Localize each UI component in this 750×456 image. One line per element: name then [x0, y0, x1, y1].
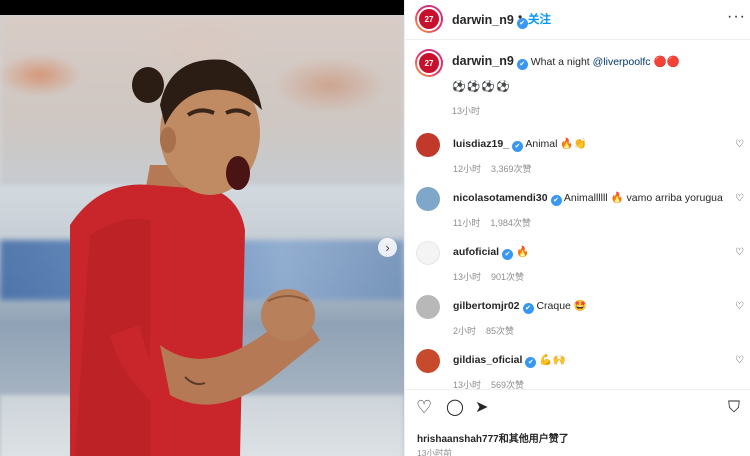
comment-item: luisdiaz19_ ✔ Animal 🔥👏 12小时 3,369次赞 ♡ — [405, 133, 750, 187]
post-sidebar: 27 darwin_n9 ✔ • 关注 ··· 27 darwin_n9 ✔ Wha… — [404, 0, 750, 456]
post-media: › — [0, 0, 404, 456]
commenter-username[interactable]: gilbertomjr02 — [453, 300, 520, 312]
share-icon[interactable]: ➤ — [475, 400, 488, 416]
player-figure — [70, 59, 320, 456]
comment-text: Animal 🔥👏 — [525, 138, 587, 150]
caption-author-avatar[interactable]: 27 — [415, 49, 443, 77]
comment-likes[interactable]: 3,369次赞 — [491, 164, 532, 174]
comment-text: 🔥 — [516, 246, 530, 258]
heart-icon[interactable]: ♡ — [735, 193, 744, 204]
heart-icon[interactable]: ♡ — [735, 247, 744, 258]
comment-line: nicolasotamendi30 ✔ Animallllll 🔥 vamo ar… — [453, 191, 723, 206]
comment-text: Animallllll 🔥 vamo arriba yorugua — [563, 192, 723, 204]
avatar-number: 27 — [417, 7, 441, 31]
caption-text: darwin_n9 ✔ What a night @liverpoolfc 🔴🔴 — [452, 54, 680, 70]
caption-verified-badge-icon: ✔ — [516, 58, 528, 70]
commenter-avatar[interactable] — [416, 349, 440, 373]
header-user: darwin_n9 ✔ — [452, 11, 528, 29]
next-image-button[interactable]: › — [378, 238, 397, 257]
comment-time: 2小时 — [453, 326, 477, 336]
caption-avatar-number: 27 — [417, 51, 441, 75]
author-username[interactable]: darwin_n9 — [452, 13, 514, 27]
separator-dot: • — [518, 10, 523, 24]
chevron-right-icon: › — [385, 240, 390, 255]
commenter-username[interactable]: gildias_oficial — [453, 354, 522, 366]
post-header: 27 darwin_n9 ✔ • 关注 ··· — [405, 0, 750, 40]
post-photo — [0, 15, 404, 456]
more-options-icon[interactable]: ··· — [727, 8, 746, 26]
verified-badge-icon: ✔ — [502, 248, 514, 260]
caption-username[interactable]: darwin_n9 — [452, 54, 514, 68]
comment-line: gildias_oficial ✔ 💪🙌 — [453, 353, 566, 368]
comment-meta: 11小时 1,984次赞 — [453, 216, 541, 229]
caption-mention-link[interactable]: @liverpoolfc — [593, 56, 651, 68]
caption-suffix: 🔴🔴 — [650, 56, 680, 68]
like-icon[interactable]: ♡ — [416, 398, 432, 416]
comment-time: 11小时 — [453, 218, 481, 228]
verified-badge-icon: ✔ — [522, 302, 534, 314]
commenter-username[interactable]: nicolasotamendi30 — [453, 192, 548, 204]
verified-badge-icon: ✔ — [525, 356, 537, 368]
verified-badge-icon: ✔ — [550, 194, 562, 206]
commenter-username[interactable]: luisdiaz19_ — [453, 138, 509, 150]
comment-line: aufoficial ✔ 🔥 — [453, 245, 529, 260]
author-avatar[interactable]: 27 — [415, 5, 443, 33]
heart-icon[interactable]: ♡ — [735, 139, 744, 150]
follow-button[interactable]: 关注 — [528, 11, 551, 27]
comment-time: 12小时 — [453, 164, 482, 174]
heart-icon[interactable]: ♡ — [735, 355, 744, 366]
post-timestamp: 13小时前 — [417, 448, 452, 456]
commenter-username[interactable]: aufoficial — [453, 246, 499, 258]
caption-body: What a night — [530, 56, 593, 68]
commenter-avatar[interactable] — [416, 241, 440, 265]
comment-item: nicolasotamendi30 ✔ Animallllll 🔥 vamo ar… — [405, 187, 750, 241]
commenter-avatar[interactable] — [416, 133, 440, 157]
caption-emojis: ⚽⚽⚽⚽ — [452, 81, 511, 93]
commenter-avatar[interactable] — [416, 187, 440, 211]
caption-timestamp: 13小时 — [452, 106, 481, 116]
comment-likes[interactable]: 85次赞 — [486, 326, 514, 336]
comment-icon[interactable]: ◯ — [446, 400, 464, 416]
comment-item: gilbertomjr02 ✔ Craque 🤩 2小时 85次赞 ♡ — [405, 295, 750, 349]
save-icon[interactable]: ⛉ — [728, 400, 740, 416]
comment-meta: 2小时 85次赞 — [453, 324, 524, 337]
comment-line: luisdiaz19_ ✔ Animal 🔥👏 — [453, 137, 587, 152]
comment-meta: 12小时 3,369次赞 — [453, 162, 542, 175]
post-actions: ♡ ◯ ➤ ⛉ hrishaanshah777和其他用户赞了 13小时前 — [405, 389, 750, 456]
heart-icon[interactable]: ♡ — [735, 301, 744, 312]
verified-badge-icon: ✔ — [512, 140, 524, 152]
comment-time: 13小时 — [453, 272, 482, 282]
comment-text: 💪🙌 — [539, 354, 566, 366]
commenter-avatar[interactable] — [416, 295, 440, 319]
comment-likes[interactable]: 1,984次赞 — [490, 218, 531, 228]
comment-text: Craque 🤩 — [536, 300, 587, 312]
comment-item: aufoficial ✔ 🔥 13小时 901次赞 ♡ — [405, 241, 750, 295]
comment-line: gilbertomjr02 ✔ Craque 🤩 — [453, 299, 587, 314]
liked-by-text[interactable]: hrishaanshah777和其他用户赞了 — [417, 430, 569, 445]
comment-meta: 13小时 901次赞 — [453, 270, 534, 283]
comment-likes[interactable]: 901次赞 — [491, 272, 524, 282]
